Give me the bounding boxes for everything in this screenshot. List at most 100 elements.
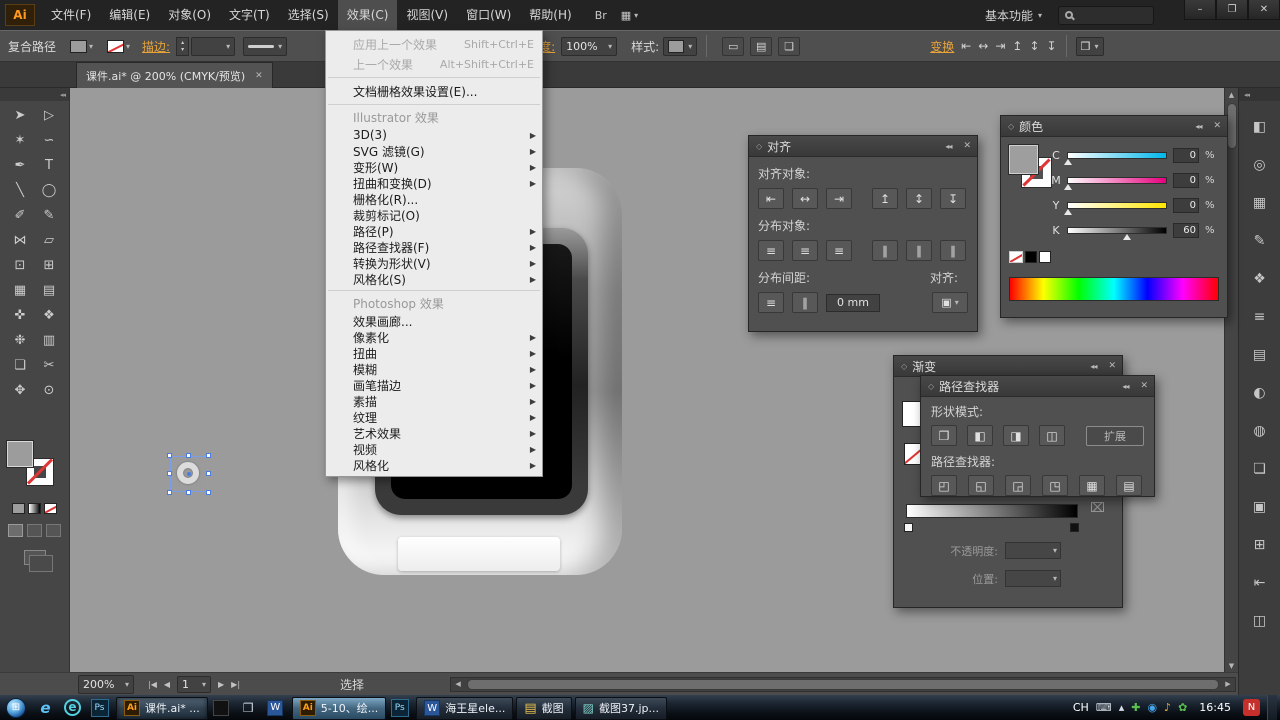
show-desktop-button[interactable] [1267, 695, 1277, 720]
blend-tool[interactable]: ❖ [35, 303, 64, 328]
close-icon[interactable]: ✕ [1213, 121, 1220, 131]
color-mode-icon[interactable] [12, 503, 25, 514]
column-graph-tool[interactable]: ▥ [35, 328, 64, 353]
stroke-weight-select[interactable]: ▾ [191, 36, 236, 56]
scroll-down-icon[interactable]: ▼ [1225, 659, 1238, 672]
cyan-value-field[interactable]: 0 [1173, 148, 1199, 163]
align-bottom-icon[interactable]: ↧ [1047, 39, 1057, 53]
intersect-button[interactable]: ◨ [1003, 425, 1029, 446]
menu-file[interactable]: 文件(F) [42, 0, 100, 30]
clock[interactable]: 16:45 [1194, 701, 1236, 714]
distribute-right-button[interactable]: ∥ [940, 240, 966, 261]
artboard-tool[interactable]: ❏ [6, 353, 35, 378]
pathfinder-panel-icon[interactable]: ◫ [1247, 609, 1273, 633]
taskbar-button-document[interactable]: Ai 5-10、绘... [291, 696, 387, 720]
artboard-number-select[interactable]: 1 ▾ [177, 675, 212, 693]
spacing-value-field[interactable]: 0 mm [826, 293, 880, 312]
selection-handle[interactable] [206, 453, 211, 458]
menu-item-distort[interactable]: 扭曲 ▶ [326, 345, 542, 361]
selection-handle[interactable] [167, 453, 172, 458]
black-slider[interactable] [1067, 227, 1167, 240]
cyan-slider[interactable] [1064, 152, 1167, 165]
eyedropper-tool[interactable]: ✜ [6, 303, 35, 328]
appearance-panel-icon[interactable]: ◍ [1247, 419, 1273, 443]
last-artboard-icon[interactable]: ▶| [231, 680, 240, 689]
color-panel-icon[interactable]: ◧ [1247, 115, 1273, 139]
merge-button[interactable]: ◲ [1005, 475, 1031, 496]
menu-item-brush-strokes[interactable]: 画笔描边 ▶ [326, 377, 542, 393]
selection-handle[interactable] [186, 490, 191, 495]
none-mode-icon[interactable] [44, 503, 57, 514]
vertical-spacing-button[interactable]: ≡ [758, 292, 784, 313]
menu-item-blur[interactable]: 模糊 ▶ [326, 361, 542, 377]
notification-app-icon[interactable]: N [1243, 699, 1260, 716]
white-swatch[interactable] [1039, 251, 1051, 263]
keyboard-icon[interactable]: ⌨ [1096, 701, 1112, 714]
align-to-select[interactable]: ▣ ▾ [932, 292, 968, 313]
collapse-icon[interactable]: ◂◂ [945, 142, 952, 151]
draw-behind-icon[interactable] [27, 524, 42, 537]
magenta-value-field[interactable]: 0 [1173, 173, 1199, 188]
close-icon[interactable]: ✕ [1108, 361, 1115, 371]
menu-object[interactable]: 对象(O) [159, 0, 220, 30]
show-hidden-icons[interactable]: ▴ [1119, 701, 1125, 714]
menu-item-svg-filters[interactable]: SVG 滤镜(G) ▶ [326, 143, 542, 159]
first-artboard-icon[interactable]: |◀ [148, 680, 157, 689]
gradient-stop-white[interactable] [904, 523, 913, 532]
taskbar-button-image[interactable]: ▨ 截图37.jp... [574, 696, 668, 720]
style-select[interactable]: ▾ [663, 36, 698, 56]
brushes-panel-icon[interactable]: ✎ [1247, 229, 1273, 253]
gradient-opacity-select[interactable]: ▾ [1005, 542, 1061, 559]
menu-item-effect-gallery[interactable]: 效果画廊... [326, 313, 542, 329]
chat-app-icon[interactable]: ✿ [1178, 701, 1187, 714]
gradient-location-select[interactable]: ▾ [1005, 570, 1061, 587]
distribute-top-button[interactable]: ≡ [758, 240, 784, 261]
ellipse-tool[interactable]: ◯ [35, 178, 64, 203]
menu-effect[interactable]: 效果(C) [337, 0, 398, 30]
exclude-button[interactable]: ◫ [1039, 425, 1065, 446]
align-vertical-top-button[interactable]: ↥ [872, 188, 898, 209]
pathfinder-panel-header[interactable]: ◇ 路径查找器 ◂◂ ✕ [921, 376, 1154, 397]
search-input[interactable] [1058, 5, 1154, 25]
minimize-button[interactable]: – [1184, 0, 1216, 20]
distribute-bottom-button[interactable]: ≡ [826, 240, 852, 261]
collapse-icon[interactable]: ◂◂ [1122, 382, 1129, 391]
align-vertical-bottom-button[interactable]: ↧ [940, 188, 966, 209]
stroke-weight-stepper[interactable]: ▴ ▾ [176, 36, 190, 56]
fill-stroke-indicator[interactable] [0, 439, 69, 497]
black-value-field[interactable]: 60 [1173, 223, 1199, 238]
align-center-icon[interactable]: ↔ [978, 39, 988, 53]
fill-color-control[interactable]: ▾ [70, 39, 93, 53]
minus-back-button[interactable]: ▤ [1116, 475, 1142, 496]
yellow-slider[interactable] [1064, 202, 1167, 215]
scroll-up-icon[interactable]: ▲ [1225, 88, 1238, 101]
distribute-vcenter-button[interactable]: ≡ [792, 240, 818, 261]
menu-item-artistic[interactable]: 艺术效果 ▶ [326, 425, 542, 441]
hand-tool[interactable]: ✥ [6, 378, 35, 403]
mesh-tool[interactable]: ▦ [6, 278, 35, 303]
perspective-grid-tool[interactable]: ⊞ [35, 253, 64, 278]
black-swatch[interactable] [1025, 251, 1037, 263]
next-artboard-icon[interactable]: ▶ [218, 680, 224, 689]
transparency-panel-icon[interactable]: ◐ [1247, 381, 1273, 405]
gradient-stop-black[interactable] [1070, 523, 1079, 532]
menu-select[interactable]: 选择(S) [279, 0, 338, 30]
stroke-panel-link[interactable]: 描边: [142, 38, 170, 55]
color-spectrum-bar[interactable] [1009, 277, 1219, 301]
collapse-icon[interactable]: ◂◂ [1195, 122, 1202, 131]
selection-handle[interactable] [206, 490, 211, 495]
word-taskbar-icon[interactable]: W [262, 695, 289, 720]
ie-taskbar-icon[interactable]: e [32, 695, 59, 720]
document-tab[interactable]: 课件.ai* @ 200% (CMYK/预览) ✕ [76, 62, 273, 88]
menu-edit[interactable]: 编辑(E) [100, 0, 159, 30]
restore-button[interactable]: ❐ [1216, 0, 1248, 20]
type-tool[interactable]: T [35, 153, 64, 178]
dark-app-taskbar-icon[interactable] [208, 695, 235, 720]
yellow-value-field[interactable]: 0 [1173, 198, 1199, 213]
menu-item-pixelate[interactable]: 像素化 ▶ [326, 329, 542, 345]
divide-button[interactable]: ◰ [931, 475, 957, 496]
taskbar-button-folder[interactable]: ▤ 截图 [516, 696, 572, 720]
minus-front-button[interactable]: ◧ [967, 425, 993, 446]
distribute-hcenter-button[interactable]: ∥ [906, 240, 932, 261]
antivirus-icon[interactable]: ✚ [1131, 701, 1140, 714]
